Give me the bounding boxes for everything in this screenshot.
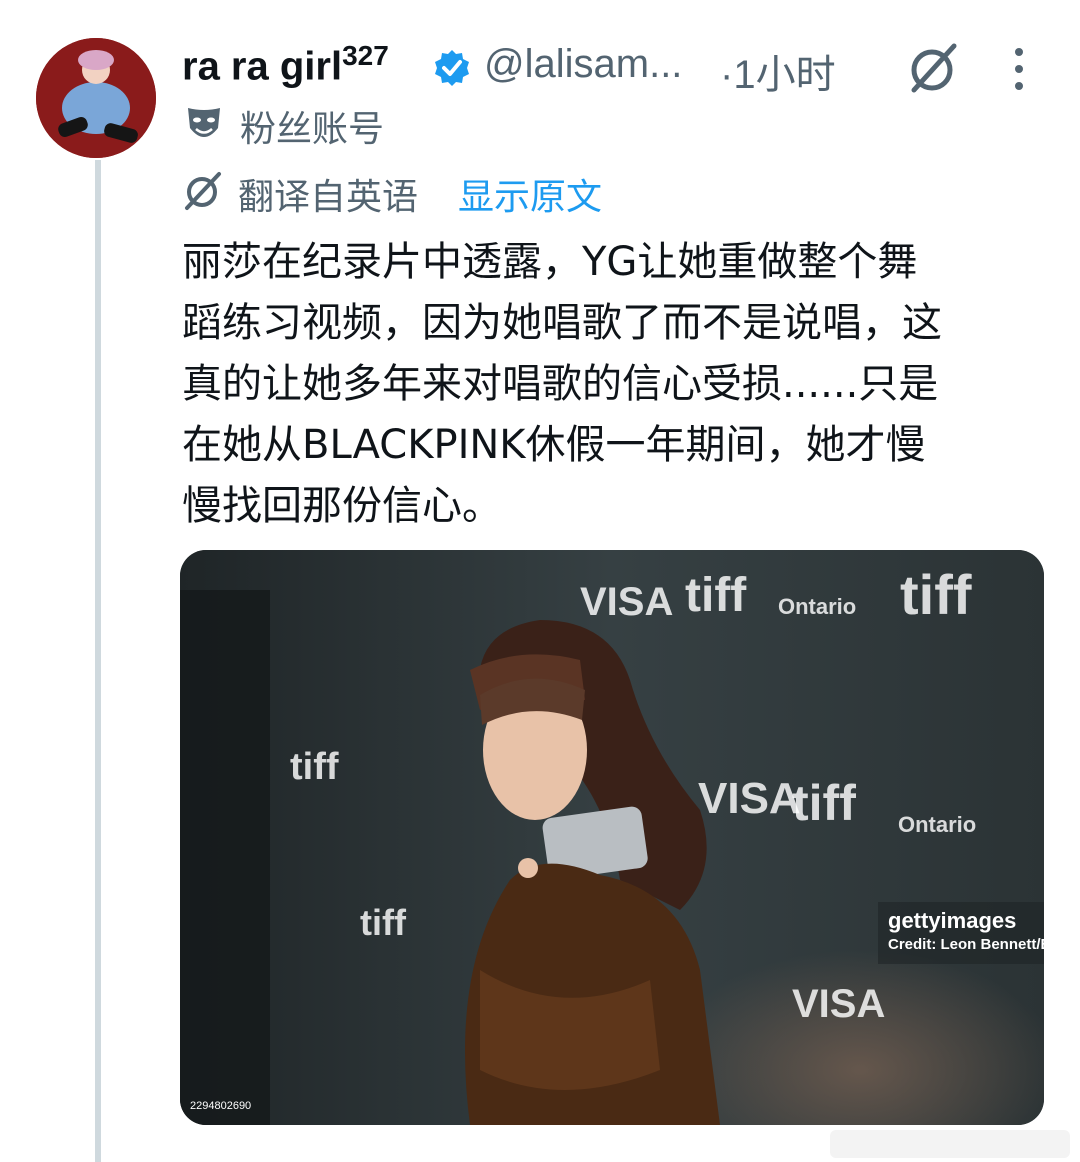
- translate-icon: [185, 172, 221, 210]
- display-name[interactable]: ra ra girl327: [182, 40, 389, 89]
- backdrop-logo-ontario-2: Ontario: [898, 812, 977, 837]
- backdrop-logo-ontario: Ontario: [778, 594, 857, 619]
- getty-watermark: gettyimages Credit: Leon Bennett/EverySt…: [878, 902, 1044, 964]
- avatar[interactable]: [36, 38, 156, 158]
- theater-mask-icon: [188, 108, 220, 137]
- user-handle[interactable]: @lalisam...: [484, 42, 682, 87]
- thread-line: [95, 160, 101, 1162]
- tweet-photo[interactable]: tiff tiff VISA Ontario VISA tiff Ontario…: [180, 550, 1044, 1125]
- backdrop-logo-tiff-4: tiff: [290, 746, 339, 788]
- show-original-link[interactable]: 显示原文: [458, 168, 602, 220]
- backdrop-logo-visa-3: VISA: [792, 982, 886, 1026]
- bottom-blurred-strip: [830, 1130, 1070, 1158]
- tweet-header: ra ra girl327 @lalisam... ·1小时: [182, 36, 1080, 97]
- backdrop-logo-tiff-5: tiff: [360, 902, 406, 943]
- tweet-text: 丽莎在纪录片中透露，YG让她重做整个舞 蹈练习视频，因为她唱歌了而不是说唱，这 …: [182, 239, 942, 529]
- translated-from-label: 翻译自英语: [238, 177, 419, 218]
- more-vertical-icon[interactable]: [1004, 44, 1034, 94]
- watermark-credit: Credit: Leon Bennett/EveryStory2026: [888, 936, 1044, 953]
- backdrop-logo-tiff: tiff: [685, 569, 747, 622]
- display-name-text: ra ra girl: [182, 44, 343, 89]
- name-superscript: 327: [342, 40, 389, 71]
- backdrop-logo-visa: VISA: [580, 580, 674, 624]
- backdrop-logo-tiff-3: tiff: [792, 775, 856, 831]
- image-id: 2294802690: [190, 1100, 252, 1112]
- fan-label-text: 粉丝账号: [240, 109, 385, 150]
- backdrop-logo-tiff-2: tiff: [900, 563, 972, 626]
- watermark-brand: gettyimages: [888, 908, 1017, 933]
- backdrop-logo-visa-2: VISA: [698, 774, 801, 823]
- grok-icon[interactable]: [906, 40, 962, 96]
- verified-badge-icon: [435, 50, 469, 86]
- post-time[interactable]: ·1小时: [720, 42, 836, 100]
